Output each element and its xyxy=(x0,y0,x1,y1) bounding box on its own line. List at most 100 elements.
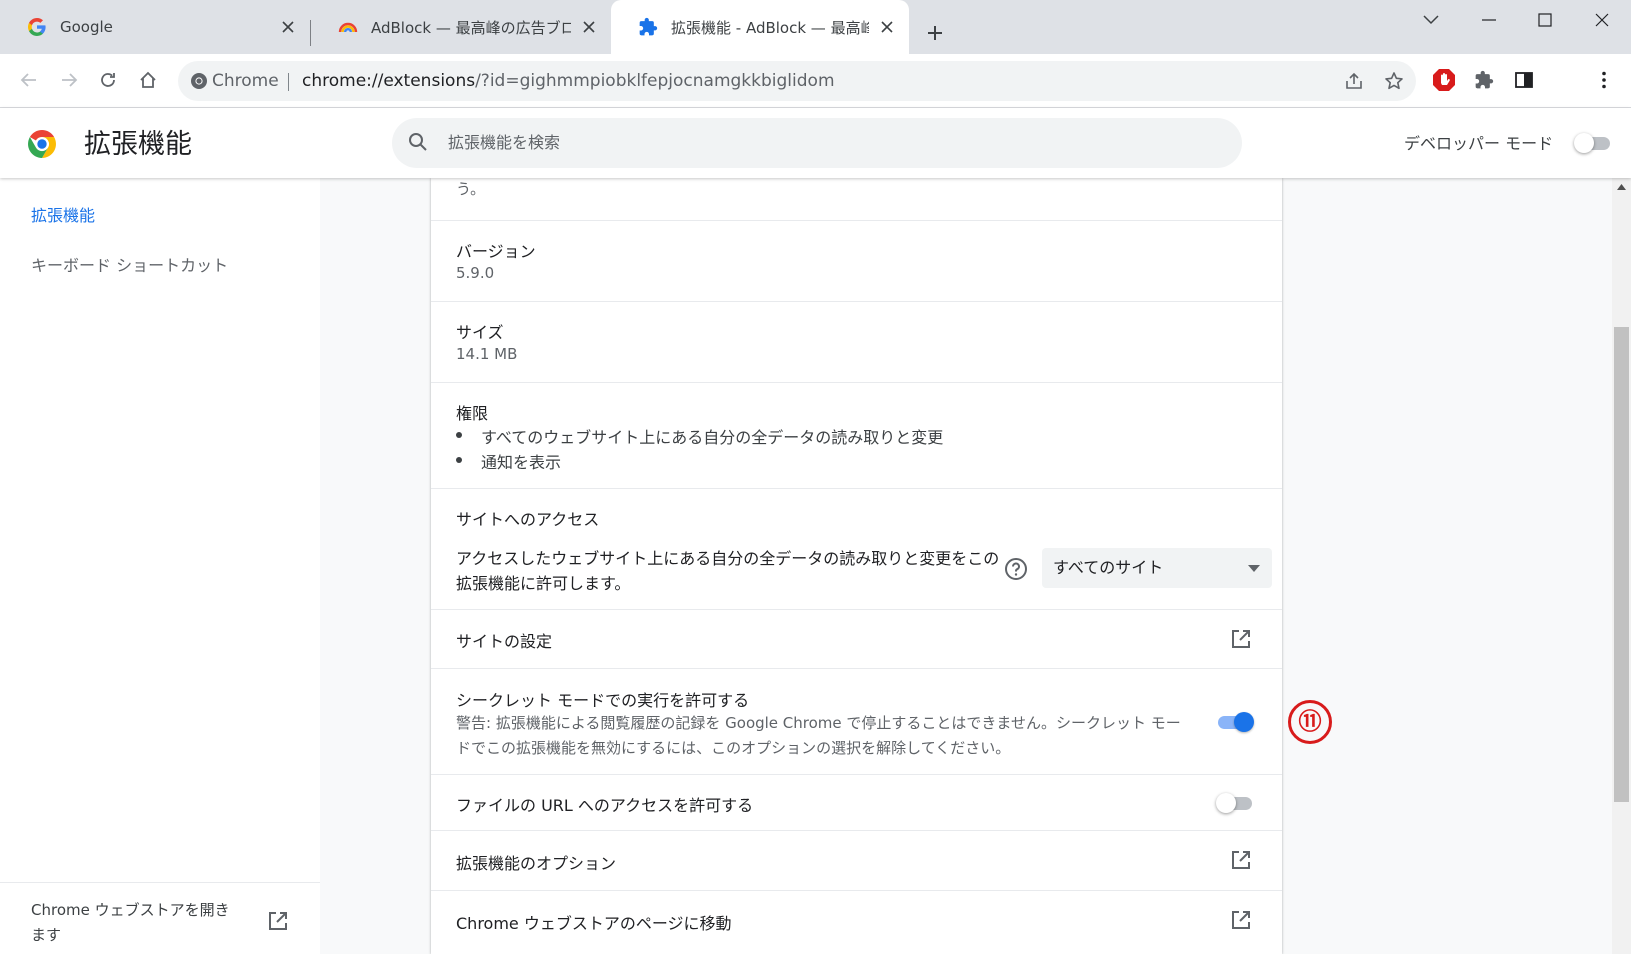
back-button[interactable] xyxy=(12,63,46,97)
toggle-knob xyxy=(1216,793,1236,813)
home-icon xyxy=(139,71,157,89)
reload-button[interactable] xyxy=(91,63,125,97)
side-panel-button[interactable] xyxy=(1507,63,1541,97)
bookmark-star-icon[interactable] xyxy=(1384,71,1404,91)
tab-adblock[interactable]: AdBlock — 最高峰の広告ブロッカー xyxy=(311,0,611,54)
sidebar-item-extensions[interactable]: 拡張機能 xyxy=(31,202,95,226)
tab-extensions[interactable]: 拡張機能 - AdBlock — 最高峰の広 xyxy=(611,0,909,54)
address-site-label: Chrome xyxy=(212,71,279,91)
webstore-page-label: Chrome ウェブストアのページに移動 xyxy=(456,914,732,933)
developer-mode-toggle[interactable] xyxy=(1574,132,1612,154)
site-access-row: サイトへのアクセス アクセスしたウェブサイト上にある自分の全データの読み取りと変… xyxy=(431,489,1282,610)
puzzle-icon xyxy=(637,16,659,38)
site-access-selected-value: すべてのサイト xyxy=(1053,558,1164,577)
browser-toolbar: Chrome chrome://extensions/?id=gighmmpio… xyxy=(0,54,1631,108)
chevron-down-icon xyxy=(1423,15,1439,25)
close-window-button[interactable] xyxy=(1574,0,1630,40)
incognito-warning: 警告: 拡張機能による閲覧履歴の記録を Google Chrome で停止するこ… xyxy=(456,714,1181,757)
tab-close-icon[interactable] xyxy=(278,17,298,37)
extensions-search-field[interactable]: 拡張機能を検索 xyxy=(392,118,1242,168)
site-access-dropdown[interactable]: すべてのサイト xyxy=(1042,548,1272,588)
back-arrow-icon xyxy=(20,71,38,89)
developer-mode-label: デベロッパー モード xyxy=(1404,134,1554,153)
version-row: バージョン 5.9.0 xyxy=(431,221,1282,302)
sidebar-item-keyboard-shortcuts[interactable]: キーボード ショートカット xyxy=(31,252,228,276)
file-url-row: ファイルの URL へのアクセスを許可する xyxy=(431,775,1282,831)
puzzle-icon xyxy=(1474,70,1494,90)
minimize-button[interactable] xyxy=(1461,0,1517,40)
page-scrollbar[interactable] xyxy=(1612,178,1631,954)
open-in-new-icon[interactable] xyxy=(267,910,289,932)
sidebar-webstore-link[interactable]: Chrome ウェブストアを開きます xyxy=(31,898,231,948)
help-icon[interactable] xyxy=(1004,557,1028,581)
incognito-label: シークレット モードでの実行を許可する xyxy=(456,691,750,710)
tab-label: Google xyxy=(60,18,113,36)
permissions-label: 権限 xyxy=(456,404,489,423)
scroll-up-arrow-icon[interactable] xyxy=(1617,184,1626,190)
tab-search-button[interactable] xyxy=(1403,0,1459,40)
incognito-toggle[interactable] xyxy=(1216,711,1254,733)
toggle-knob xyxy=(1574,133,1594,153)
description-row: う。 xyxy=(431,178,1282,221)
tab-close-icon[interactable] xyxy=(877,17,897,37)
maximize-icon xyxy=(1538,13,1552,27)
webstore-page-row[interactable]: Chrome ウェブストアのページに移動 xyxy=(431,891,1282,954)
open-in-new-icon[interactable] xyxy=(1230,909,1254,933)
incognito-row: シークレット モードでの実行を許可する 警告: 拡張機能による閲覧履歴の記録を … xyxy=(431,669,1282,775)
chrome-logo-icon xyxy=(190,72,208,90)
extensions-menu-button[interactable] xyxy=(1467,63,1501,97)
address-url: chrome://extensions/?id=gighmmpiobklfepj… xyxy=(302,61,835,101)
new-tab-button[interactable] xyxy=(918,16,952,50)
permission-item: すべてのウェブサイト上にある自分の全データの読み取りと変更 xyxy=(455,424,943,448)
extensions-header: 拡張機能 拡張機能を検索 デベロッパー モード xyxy=(0,108,1631,178)
sidebar-divider xyxy=(0,882,320,883)
file-url-toggle[interactable] xyxy=(1216,792,1254,814)
sidebar: 拡張機能 キーボード ショートカット Chrome ウェブストアを開きます xyxy=(0,178,320,954)
page-title: 拡張機能 xyxy=(84,129,192,160)
google-g-icon xyxy=(26,16,48,38)
tab-strip: Google AdBlock — 最高峰の広告ブロッカー 拡張機能 - AdBl… xyxy=(0,0,1631,54)
maximize-button[interactable] xyxy=(1517,0,1573,40)
minimize-icon xyxy=(1482,19,1496,21)
dropdown-arrow-icon xyxy=(1248,565,1260,572)
address-bar[interactable]: Chrome chrome://extensions/?id=gighmmpio… xyxy=(178,61,1416,101)
open-in-new-icon[interactable] xyxy=(1230,849,1254,873)
plus-icon xyxy=(926,24,944,42)
chrome-logo-icon xyxy=(26,128,58,160)
site-settings-row[interactable]: サイトの設定 xyxy=(431,610,1282,669)
url-host: chrome://extensions xyxy=(302,71,476,91)
permissions-row: 権限 すべてのウェブサイト上にある自分の全データの読み取りと変更 通知を表示 xyxy=(431,383,1282,489)
forward-arrow-icon xyxy=(60,71,78,89)
url-path: /?id=gighmmpiobklfepjocnamgkkbiglidom xyxy=(475,71,835,91)
adblock-rainbow-icon xyxy=(337,16,359,38)
file-url-label: ファイルの URL へのアクセスを許可する xyxy=(456,796,754,815)
site-access-label: サイトへのアクセス xyxy=(456,510,600,529)
tab-google[interactable]: Google xyxy=(0,0,310,54)
description-tail: う。 xyxy=(456,180,486,198)
adblock-stop-icon xyxy=(1432,68,1456,92)
address-separator xyxy=(288,73,289,91)
search-icon xyxy=(408,132,428,152)
home-button[interactable] xyxy=(131,63,165,97)
forward-button[interactable] xyxy=(52,63,86,97)
extension-details-card: う。 バージョン 5.9.0 サイズ 14.1 MB 権限 すべてのウェブサイト… xyxy=(431,178,1282,954)
scrollbar-thumb[interactable] xyxy=(1614,327,1629,802)
chrome-menu-button[interactable] xyxy=(1587,63,1621,97)
extension-options-label: 拡張機能のオプション xyxy=(456,854,617,873)
adblock-extension-button[interactable] xyxy=(1427,63,1461,97)
open-in-new-icon[interactable] xyxy=(1230,628,1254,652)
more-vert-icon xyxy=(1601,71,1607,89)
close-icon xyxy=(1595,13,1609,27)
size-value: 14.1 MB xyxy=(456,345,518,363)
extension-options-row[interactable]: 拡張機能のオプション xyxy=(431,831,1282,891)
toggle-knob xyxy=(1234,712,1254,732)
tab-label: AdBlock — 最高峰の広告ブロッカー xyxy=(371,18,571,37)
tab-close-icon[interactable] xyxy=(579,17,599,37)
version-value: 5.9.0 xyxy=(456,264,495,282)
site-settings-label: サイトの設定 xyxy=(456,632,553,651)
version-label: バージョン xyxy=(456,242,536,261)
permission-item: 通知を表示 xyxy=(455,449,561,473)
tab-label: 拡張機能 - AdBlock — 最高峰の広 xyxy=(671,18,869,37)
size-label: サイズ xyxy=(456,323,504,342)
share-icon[interactable] xyxy=(1344,71,1364,91)
